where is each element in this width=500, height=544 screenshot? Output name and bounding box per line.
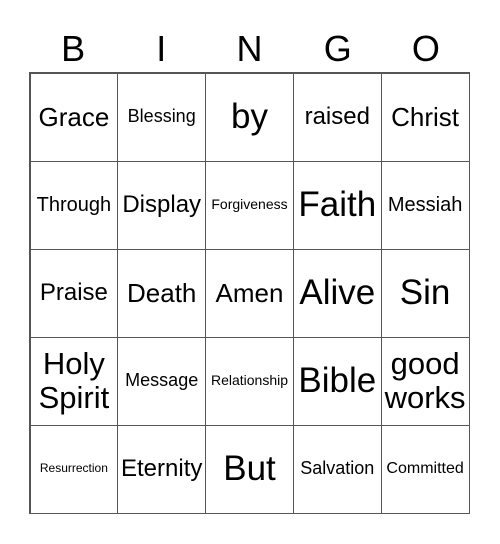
- bingo-cell[interactable]: Grace: [29, 72, 119, 162]
- bingo-cell[interactable]: Salvation: [292, 424, 382, 514]
- bingo-cell[interactable]: But: [205, 424, 294, 514]
- bingo-cell[interactable]: Display: [117, 160, 207, 250]
- bingo-cell[interactable]: Forgiveness: [205, 160, 294, 250]
- bingo-cell[interactable]: Message: [117, 336, 207, 426]
- header-letter-i: I: [156, 28, 167, 69]
- bingo-grid: Grace Blessing by raised Christ Through …: [29, 72, 470, 514]
- bingo-cell[interactable]: Blessing: [117, 72, 207, 162]
- bingo-cell[interactable]: Death: [117, 248, 207, 338]
- bingo-cell[interactable]: Eternity: [117, 424, 207, 514]
- bingo-cell[interactable]: by: [205, 72, 294, 162]
- bingo-cell[interactable]: Resurrection: [29, 424, 119, 514]
- bingo-cell[interactable]: Committed: [380, 424, 470, 514]
- bingo-cell[interactable]: Praise: [29, 248, 119, 338]
- header-letter-n: N: [236, 28, 263, 69]
- bingo-cell[interactable]: Bible: [292, 336, 382, 426]
- bingo-cell[interactable]: Alive: [292, 248, 382, 338]
- bingo-cell[interactable]: Sin: [380, 248, 470, 338]
- header-letter-g: G: [323, 28, 352, 69]
- bingo-cell[interactable]: Messiah: [380, 160, 470, 250]
- bingo-cell[interactable]: Faith: [292, 160, 382, 250]
- header-letter-b: B: [61, 28, 86, 69]
- bingo-cell[interactable]: good works: [380, 336, 470, 426]
- bingo-cell[interactable]: Christ: [380, 72, 470, 162]
- bingo-cell[interactable]: Holy Spirit: [29, 336, 119, 426]
- bingo-cell[interactable]: Amen: [205, 248, 294, 338]
- bingo-cell[interactable]: Relationship: [205, 336, 294, 426]
- header-letter-o: O: [411, 28, 440, 69]
- bingo-header: B I N G O: [29, 26, 470, 72]
- bingo-cell[interactable]: Through: [29, 160, 119, 250]
- bingo-cell[interactable]: raised: [292, 72, 382, 162]
